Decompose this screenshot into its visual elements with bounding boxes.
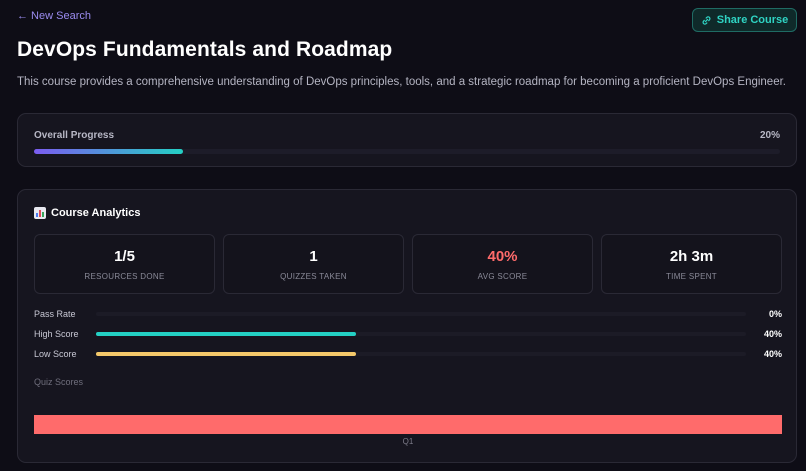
metric-low-score: Low Score 40% bbox=[34, 348, 782, 360]
metric-value: 0% bbox=[768, 309, 782, 319]
stat-label: QUIZZES TAKEN bbox=[280, 271, 347, 281]
metric-track bbox=[96, 312, 746, 316]
stat-resources-done: 1/5 RESOURCES DONE bbox=[34, 234, 215, 294]
metric-high-score: High Score 40% bbox=[34, 328, 782, 340]
stat-label: RESOURCES DONE bbox=[84, 271, 165, 281]
stat-value: 1/5 bbox=[114, 247, 135, 265]
stat-value: 2h 3m bbox=[669, 247, 714, 265]
metric-value: 40% bbox=[763, 349, 782, 359]
stat-value: 1 bbox=[309, 247, 318, 265]
overall-progress-percent: 20% bbox=[759, 130, 780, 141]
quiz-scores-chart: Q1 bbox=[34, 415, 782, 446]
metric-track bbox=[96, 332, 746, 336]
share-course-label: Share Course bbox=[716, 14, 789, 26]
course-analytics-title: Course Analytics bbox=[51, 207, 141, 219]
quiz-score-tick-label: Q1 bbox=[403, 437, 414, 446]
stat-value: 40% bbox=[487, 247, 518, 265]
metric-track bbox=[96, 352, 746, 356]
course-analytics-card: Course Analytics 1/5 RESOURCES DONE 1 QU… bbox=[17, 189, 797, 463]
stat-label: TIME SPENT bbox=[665, 271, 717, 281]
stat-avg-score: 40% AVG SCORE bbox=[412, 234, 593, 294]
metric-fill bbox=[96, 332, 356, 336]
share-course-button[interactable]: Share Course bbox=[692, 8, 797, 32]
stat-quizzes-taken: 1 QUIZZES TAKEN bbox=[223, 234, 404, 294]
metric-name: Pass Rate bbox=[34, 309, 76, 319]
metric-name: Low Score bbox=[34, 349, 77, 359]
overall-progress-fill bbox=[34, 149, 184, 154]
course-analytics-heading: Course Analytics bbox=[34, 207, 140, 219]
overall-progress-card: Overall Progress 20% bbox=[17, 113, 797, 167]
course-description: This course provides a comprehensive und… bbox=[17, 76, 786, 88]
quiz-score-bar-q1 bbox=[34, 415, 782, 434]
overall-progress-track bbox=[34, 149, 780, 154]
page-title: DevOps Fundamentals and Roadmap bbox=[17, 38, 393, 61]
metric-value: 40% bbox=[763, 329, 782, 339]
overall-progress-label: Overall Progress bbox=[34, 130, 115, 141]
quiz-scores-title: Quiz Scores bbox=[34, 377, 84, 387]
stats-row: 1/5 RESOURCES DONE 1 QUIZZES TAKEN 40% A… bbox=[34, 234, 782, 294]
stat-label: AVG SCORE bbox=[477, 271, 528, 281]
metric-name: High Score bbox=[34, 329, 79, 339]
link-icon bbox=[702, 15, 711, 25]
back-new-search-link[interactable]: ← New Search bbox=[17, 10, 91, 22]
metric-pass-rate: Pass Rate 0% bbox=[34, 308, 782, 320]
bar-chart-icon bbox=[34, 207, 46, 219]
stat-time-spent: 2h 3m TIME SPENT bbox=[601, 234, 782, 294]
metric-fill bbox=[96, 352, 356, 356]
